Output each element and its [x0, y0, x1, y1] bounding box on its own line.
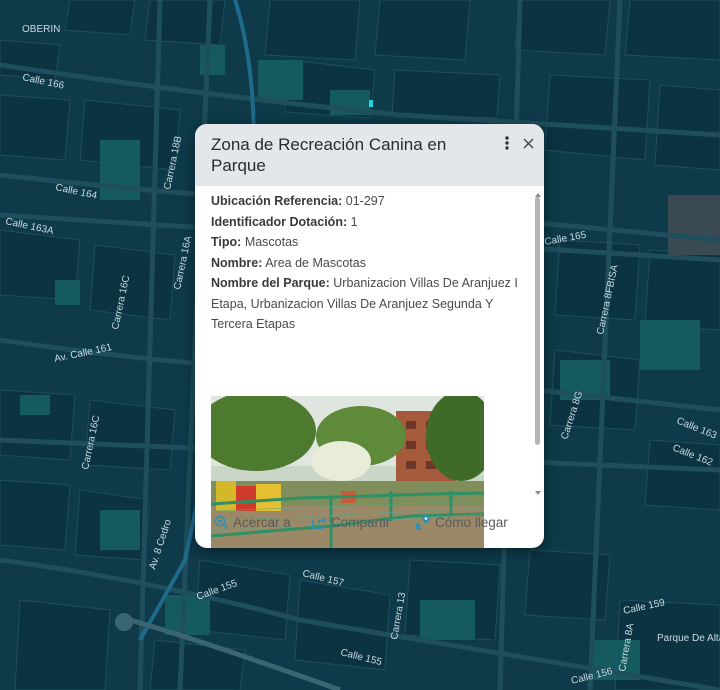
share-label: Compartir: [331, 514, 391, 530]
street-label: Parque De Alta: [657, 633, 720, 644]
close-icon[interactable]: [520, 135, 536, 151]
popup-header: Zona de Recreación Canina en Parque: [195, 124, 544, 186]
scroll-up-arrow-icon[interactable]: [534, 186, 542, 197]
scroll-down-arrow-icon[interactable]: [534, 484, 542, 495]
share-icon: [312, 516, 326, 529]
field-label: Ubicación Referencia:: [211, 194, 343, 208]
zoom-in-icon: [214, 515, 229, 529]
street-label: OBERIN: [22, 24, 60, 35]
attribute-list: Ubicación Referencia: 01-297 Identificad…: [211, 191, 521, 335]
field-value: 1: [350, 214, 358, 229]
field-value: 01-297: [345, 194, 385, 208]
more-vertical-icon[interactable]: [499, 135, 515, 151]
field-nombre-del-parque: Nombre del Parque: Urbanizacion Villas D…: [211, 273, 521, 335]
field-tipo: Tipo: Mascotas: [211, 232, 521, 253]
field-ubicacion-referencia: Ubicación Referencia: 01-297: [211, 191, 521, 212]
scrollbar[interactable]: [534, 186, 542, 495]
popup-title: Zona de Recreación Canina en Parque: [211, 135, 447, 175]
share-button[interactable]: Compartir: [311, 510, 390, 534]
field-value: Area de Mascotas: [265, 255, 366, 270]
directions-button[interactable]: Cómo llegar: [414, 510, 508, 534]
field-value: Mascotas: [244, 235, 299, 249]
popup-actions: Acercar a Compartir Cómo llegar: [195, 510, 544, 534]
directions-icon: [415, 515, 430, 530]
field-label: Nombre:: [211, 255, 263, 270]
scrollbar-thumb[interactable]: [535, 197, 540, 445]
field-label: Tipo:: [211, 235, 242, 249]
feature-popup: Zona de Recreación Canina en Parque Ubic…: [195, 124, 544, 548]
field-label: Identificador Dotación:: [211, 214, 348, 229]
directions-label: Cómo llegar: [435, 514, 508, 530]
zoom-to-label: Acercar a: [233, 514, 291, 530]
field-nombre: Nombre: Area de Mascotas: [211, 253, 521, 274]
popup-body[interactable]: Ubicación Referencia: 01-297 Identificad…: [195, 186, 544, 548]
field-label: Nombre del Parque:: [211, 276, 330, 290]
field-identificador-dotacion: Identificador Dotación: 1: [211, 212, 521, 233]
zoom-to-button[interactable]: Acercar a: [214, 510, 291, 534]
